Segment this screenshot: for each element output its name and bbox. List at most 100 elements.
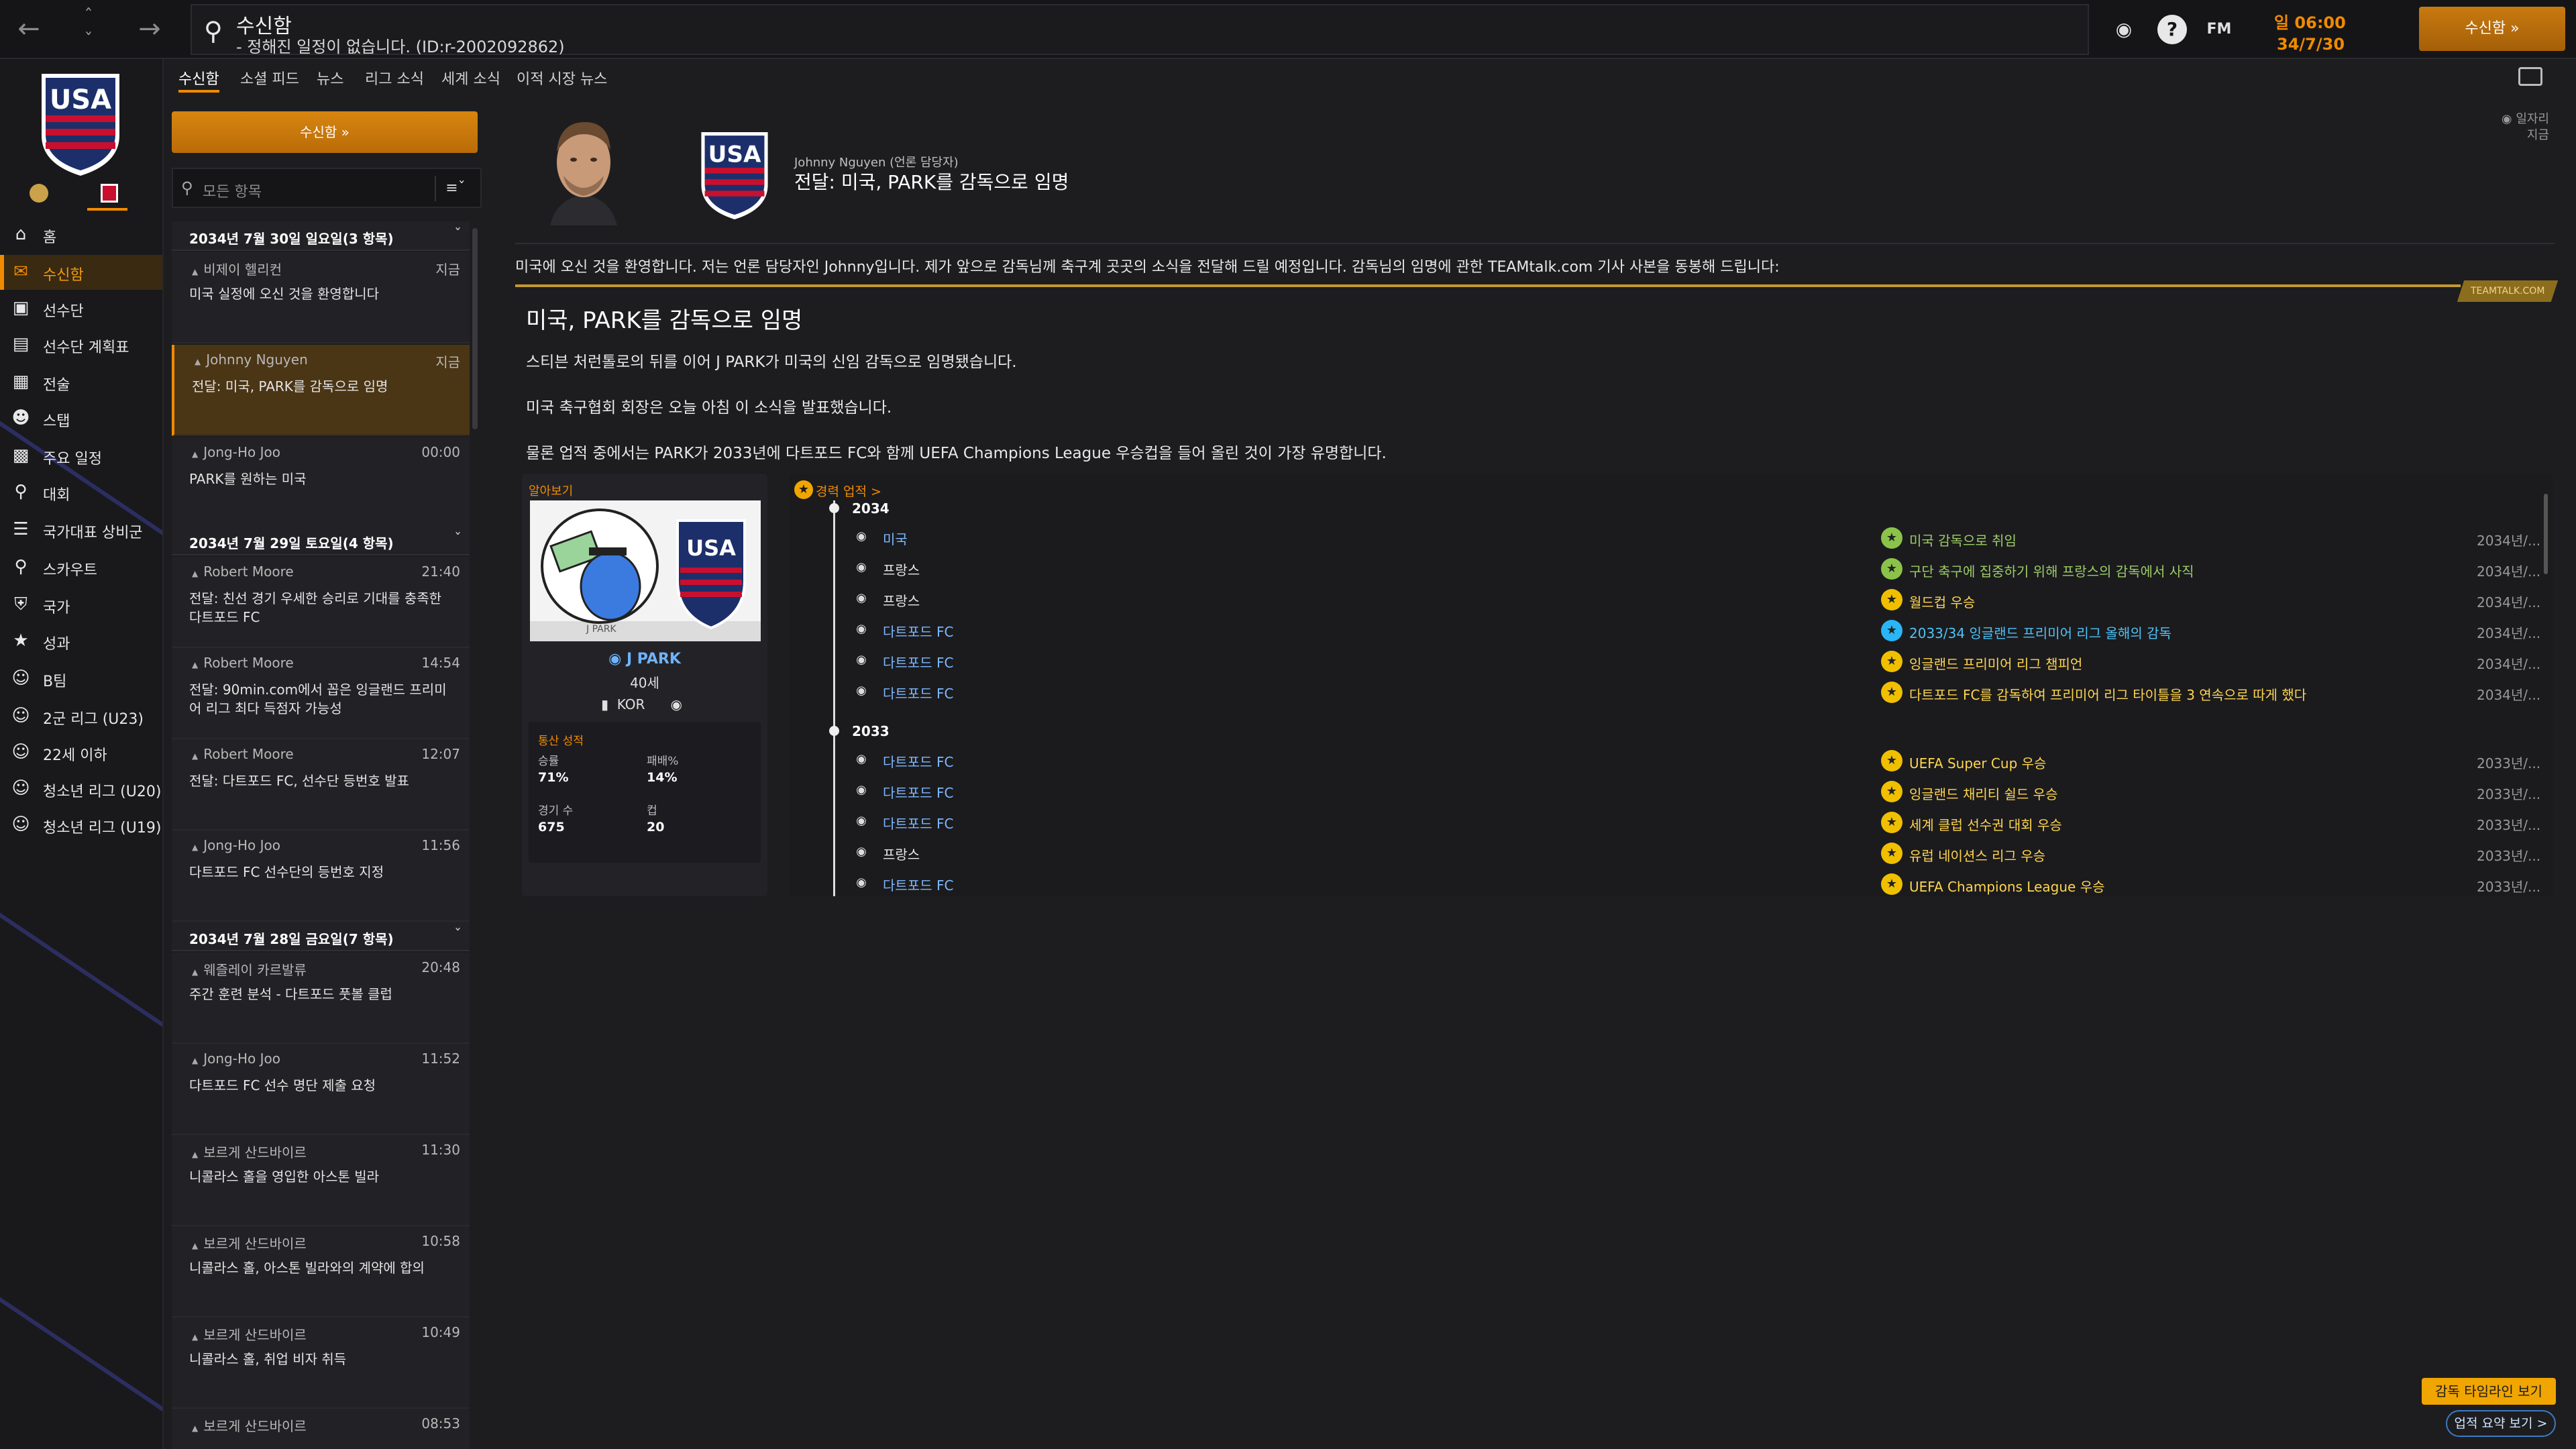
- inbox-message[interactable]: 보르게 산드바이르11:30니콜라스 홀을 영입한 아스톤 빌라: [172, 1135, 470, 1226]
- nav-item-u20[interactable]: ☺ 청소년 리그 (U20): [0, 771, 162, 806]
- inbox-scrollbar[interactable]: [472, 228, 478, 429]
- nav-item-u19[interactable]: ☺ 청소년 리그 (U19): [0, 808, 162, 843]
- inbox-message[interactable]: Robert Moore21:40전달: 친선 경기 우세한 승리로 기대를 충…: [172, 557, 470, 648]
- timeline-row[interactable]: ◉ 다트포드 FC ★ 잉글랜드 프리미어 리그 챔피언 2034년/...: [853, 649, 2544, 674]
- inbox-message[interactable]: Robert Moore14:54전달: 90min.com에서 꼽은 잉글랜드…: [172, 648, 470, 739]
- timeline-event: 다트포드 FC를 감독하여 프리미어 리그 타이틀을 3 연속으로 따게 했다: [1909, 687, 2307, 703]
- year-dot: [829, 726, 839, 736]
- nav-item-home[interactable]: ⌂ 홈: [0, 217, 162, 252]
- inbox-message[interactable]: Robert Moore12:07전달: 다트포드 FC, 선수단 등번호 발표: [172, 739, 470, 830]
- timeline-club[interactable]: 다트포드 FC: [883, 875, 953, 894]
- timeline-club[interactable]: 프랑스: [883, 559, 920, 579]
- club-badge-icon[interactable]: ◉: [2109, 15, 2139, 44]
- nav-item-nation[interactable]: ⛨ 국가: [0, 588, 162, 623]
- screenshot-icon[interactable]: [2518, 67, 2542, 86]
- nav-item-u22[interactable]: ☺ 22세 이하: [0, 735, 162, 770]
- inbox-message[interactable]: 비제이 헬리컨지금미국 실정에 오신 것을 환영합니다: [172, 252, 470, 343]
- inbox-message[interactable]: 웨즐레이 카르발류20:48주간 훈련 분석 - 다트포드 풋볼 클럽: [172, 953, 470, 1044]
- article-paragraph: 물론 업적 중에서는 PARK가 2033년에 다트포드 FC와 함께 UEFA…: [526, 445, 1387, 462]
- event-icon: ★: [1881, 812, 1902, 833]
- manager-timeline-button[interactable]: 감독 타임라인 보기: [2422, 1378, 2556, 1405]
- history-updown-icon[interactable]: ˆˇ: [75, 4, 102, 55]
- job-tag[interactable]: ◉ 일자리: [2502, 111, 2549, 127]
- timeline-row[interactable]: ◉ 프랑스 ★ 월드컵 우승 2034년/...: [853, 588, 2544, 612]
- manager-image: USA J PARK: [530, 500, 761, 641]
- fm-menu-button[interactable]: FM: [2204, 15, 2234, 44]
- inbox-message[interactable]: 보르게 산드바이르10:58니콜라스 홀, 아스톤 빌라와의 계약에 합의: [172, 1226, 470, 1318]
- timeline-club[interactable]: 다트포드 FC: [883, 751, 953, 771]
- timeline-row[interactable]: ◉ 프랑스 ★ 유럽 네이션스 리그 우승 2033년/...: [853, 841, 2544, 865]
- tab-transfer-news[interactable]: 이적 시장 뉴스: [517, 67, 607, 89]
- day-header[interactable]: 2034년 7월 29일 토요일(4 항목) ˇ: [172, 526, 470, 555]
- timeline-row[interactable]: ◉ 다트포드 FC ★ 2033/34 잉글랜드 프리미어 리그 올해의 감독 2034…: [853, 619, 2544, 643]
- timeline-club[interactable]: 다트포드 FC: [883, 782, 953, 802]
- timeline-club[interactable]: 프랑스: [883, 844, 920, 863]
- search-subtitle: - 정해진 일정이 없습니다. (ID:r-2002092862): [236, 38, 565, 56]
- timeline-club[interactable]: 다트포드 FC: [883, 683, 953, 702]
- search-box[interactable]: ⚲ 수신함 - 정해진 일정이 없습니다. (ID:r-2002092862): [191, 4, 2089, 56]
- continue-button-top[interactable]: 수신함 »: [2419, 7, 2565, 51]
- nav-item-u23[interactable]: ☺ 2군 리그 (U23): [0, 699, 162, 734]
- event-icon: ★: [1881, 682, 1902, 703]
- tab-league-news[interactable]: 리그 소식: [365, 67, 424, 89]
- timeline-date: 2033년/...: [2477, 755, 2541, 771]
- nav-item-achievements[interactable]: ★ 성과: [0, 624, 162, 659]
- nation-badge-icon[interactable]: [101, 184, 118, 203]
- timeline-row[interactable]: ◉ 다트포드 FC ★ 세계 클럽 선수권 대회 우승 2033년/...: [853, 810, 2544, 835]
- club-badge-icon: ◉: [856, 783, 867, 797]
- timeline-row[interactable]: ◉ 다트포드 FC ★ 다트포드 FC를 감독하여 프리미어 리그 타이틀을 3 연속…: [853, 680, 2544, 704]
- stat-label: 컵: [647, 804, 657, 818]
- help-icon[interactable]: ?: [2157, 15, 2187, 44]
- nav-item-staff[interactable]: ☻ 스탭: [0, 401, 162, 436]
- timeline-club[interactable]: 다트포드 FC: [883, 652, 953, 672]
- nav-item-squad-planner[interactable]: ▤ 선수단 계획표: [0, 327, 162, 362]
- nav-item-tactics[interactable]: ▦ 전술: [0, 365, 162, 400]
- inbox-filter[interactable]: ⚲ 모든 항목 ≡ˇ: [172, 168, 482, 208]
- timeline-club[interactable]: 다트포드 FC: [883, 621, 953, 641]
- manager-name[interactable]: ◉ J PARK: [522, 651, 767, 667]
- day-header[interactable]: 2034년 7월 30일 일요일(3 항목) ˇ: [172, 221, 470, 251]
- tab-social-feed[interactable]: 소셜 피드: [240, 67, 299, 89]
- timeline-club[interactable]: 프랑스: [883, 590, 920, 610]
- inbox-message[interactable]: Jong-Ho Joo11:52다트포드 FC 선수 명단 제출 요청: [172, 1044, 470, 1135]
- timeline-header[interactable]: 경력 업적 >: [816, 482, 881, 500]
- timeline-club[interactable]: 다트포드 FC: [883, 813, 953, 833]
- chevron-down-icon: ˇ: [454, 531, 462, 548]
- tab-inbox[interactable]: 수신함: [178, 67, 219, 93]
- inbox-message[interactable]: 보르게 산드바이르08:53: [172, 1409, 470, 1449]
- tab-news[interactable]: 뉴스: [317, 67, 343, 89]
- achievement-summary-button[interactable]: 업적 요약 보기 >: [2446, 1410, 2556, 1437]
- inbox-message-selected[interactable]: Johnny Nguyen지금전달: 미국, PARK를 감독으로 임명: [172, 345, 470, 436]
- tab-world-news[interactable]: 세계 소식: [441, 67, 500, 89]
- forward-arrow-icon[interactable]: →: [133, 12, 166, 46]
- day-header[interactable]: 2034년 7월 28일 금요일(7 항목) ˇ: [172, 922, 470, 951]
- timeline-row[interactable]: ◉ 다트포드 FC ★ UEFA Super Cup 우승 2033년/...: [853, 749, 2544, 773]
- continue-button[interactable]: 수신함 »: [172, 111, 478, 153]
- timeline-event: 세계 클럽 선수권 대회 우승: [1909, 817, 2062, 833]
- nav-item-squad[interactable]: ▣ 선수단: [0, 291, 162, 326]
- timeline-row[interactable]: ◉ 다트포드 FC ★ UEFA Champions League 우승 2033년/.…: [853, 872, 2544, 896]
- filter-menu-icon[interactable]: ≡ˇ: [435, 176, 475, 201]
- trophy-icon: ⚲: [14, 482, 28, 502]
- nav-item-scouting[interactable]: ⚲ 스카우트: [0, 550, 162, 585]
- timeline-club[interactable]: 미국: [883, 529, 908, 548]
- timeline-row[interactable]: ◉ 미국 ★ 미국 감독으로 취임 2034년/...: [853, 526, 2544, 550]
- timeline-row[interactable]: ◉ 다트포드 FC ★ 잉글랜드 채리티 쉴드 우승 2033년/...: [853, 780, 2544, 804]
- message-meta: ◉ 일자리 지금: [2502, 111, 2549, 144]
- nav-item-b-team[interactable]: ☺ B팀: [0, 661, 162, 696]
- decor-stripe: [0, 1221, 162, 1449]
- inbox-message[interactable]: Jong-Ho Joo00:00PARK를 원하는 미국: [172, 437, 470, 529]
- timeline-event: 유럽 네이션스 리그 우승: [1909, 848, 2046, 864]
- timeline-row[interactable]: ◉ 프랑스 ★ 구단 축구에 집중하기 위해 프랑스의 감독에서 사직 2034년/..…: [853, 557, 2544, 581]
- timeline-scrollbar[interactable]: [2544, 494, 2548, 574]
- usa-crest-logo: USA: [701, 132, 768, 219]
- nav-item-inbox[interactable]: ✉ 수신함: [0, 255, 162, 290]
- club-badge-icon[interactable]: [30, 184, 48, 203]
- inbox-message[interactable]: Jong-Ho Joo11:56다트포드 FC 선수단의 등번호 지정: [172, 830, 470, 922]
- nav-item-national-pool[interactable]: ☰ 국가대표 상비군: [0, 513, 162, 547]
- nav-item-competitions[interactable]: ⚲ 대회: [0, 475, 162, 510]
- timeline-event: 잉글랜드 프리미어 리그 챔피언: [1909, 656, 2083, 672]
- back-arrow-icon[interactable]: ←: [12, 12, 46, 46]
- inbox-message[interactable]: 보르게 산드바이르10:49니콜라스 홀, 취업 비자 취득: [172, 1318, 470, 1409]
- nav-item-schedule[interactable]: ▩ 주요 일정: [0, 439, 162, 474]
